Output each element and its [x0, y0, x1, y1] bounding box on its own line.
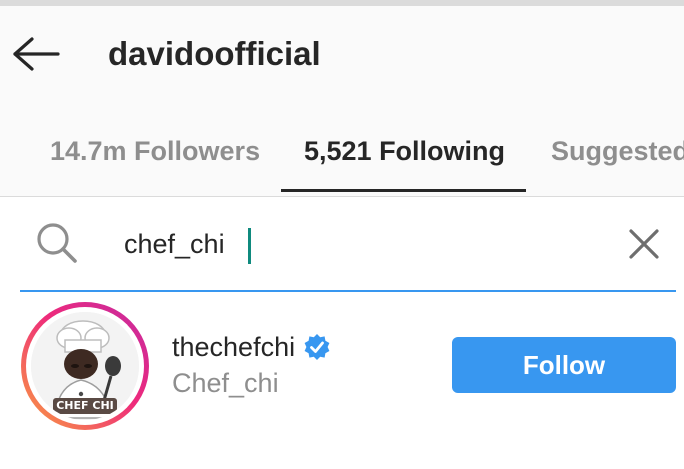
- verified-badge-icon: [304, 334, 330, 360]
- follow-button[interactable]: Follow: [452, 337, 676, 393]
- search-icon: [37, 223, 77, 263]
- story-ring[interactable]: CHEF CHI: [21, 302, 149, 430]
- tab-followers[interactable]: 14.7m Followers: [50, 130, 260, 196]
- arrow-left-icon: [13, 37, 60, 71]
- list-item[interactable]: CHEF CHI thechefchi Chef_chi Follow: [0, 296, 684, 436]
- tab-bar: 14.7m Followers 5,521 Following Suggeste…: [0, 130, 684, 196]
- full-name: Chef_chi: [172, 368, 279, 398]
- avatar: CHEF CHI: [31, 312, 139, 420]
- back-button[interactable]: [8, 32, 64, 76]
- search-input[interactable]: [124, 222, 604, 266]
- app-header: davidoofficial 14.7m Followers 5,521 Fol…: [0, 6, 684, 197]
- avatar-label: CHEF CHI: [56, 399, 114, 412]
- search-bar: [20, 198, 676, 292]
- username-line[interactable]: thechefchi: [172, 330, 331, 364]
- text-caret: [248, 228, 251, 264]
- close-icon[interactable]: [626, 226, 662, 262]
- tab-suggested[interactable]: Suggested: [551, 130, 684, 196]
- avatar-frame: CHEF CHI: [26, 307, 144, 425]
- active-tab-indicator: [281, 189, 526, 192]
- page-title: davidoofficial: [108, 35, 321, 72]
- username[interactable]: thechefchi: [172, 332, 295, 363]
- tab-following[interactable]: 5,521 Following: [304, 130, 505, 196]
